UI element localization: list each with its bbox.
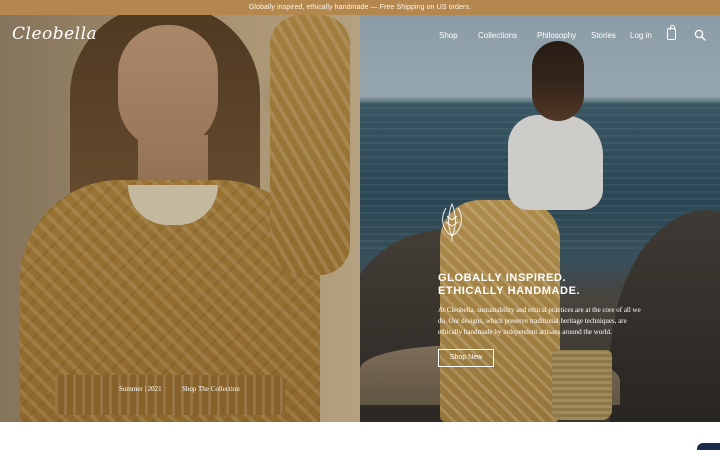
announcement-bar: Globally inspired, ethically handmade — … [0,0,720,15]
nav-stories[interactable]: Stories [591,30,616,42]
image-overlay [360,15,720,422]
hero-left-image[interactable] [0,15,360,422]
nav-login[interactable]: Log in [630,30,652,42]
shop-new-button[interactable]: Shop New [438,349,494,367]
nav-shop[interactable]: Shop [439,30,458,42]
image-overlay [0,15,360,422]
nav-collections[interactable]: Collections [478,30,517,42]
hero-right-image[interactable] [360,15,720,422]
page-below-fold [0,422,720,450]
shop-collection-link[interactable]: Shop The Collection [182,385,240,393]
hero-body-copy: At Cleobella, sustainability and ethical… [438,306,641,336]
headline-line-2: ETHICALLY HANDMADE. [438,285,581,297]
collection-season: Summer | 2021 [119,385,162,393]
lotus-leaf-icon [442,202,462,241]
headline-line-1: GLOBALLY INSPIRED. [438,272,567,284]
hero-headline: GLOBALLY INSPIRED. ETHICALLY HANDMADE. [438,272,580,298]
chat-widget-tab[interactable] [697,443,720,450]
nav-philosophy[interactable]: Philosophy [537,30,576,42]
bag-icon[interactable] [667,25,676,40]
search-icon[interactable] [694,29,706,41]
main-nav: Shop Collections Philosophy Stories Log … [0,30,720,42]
